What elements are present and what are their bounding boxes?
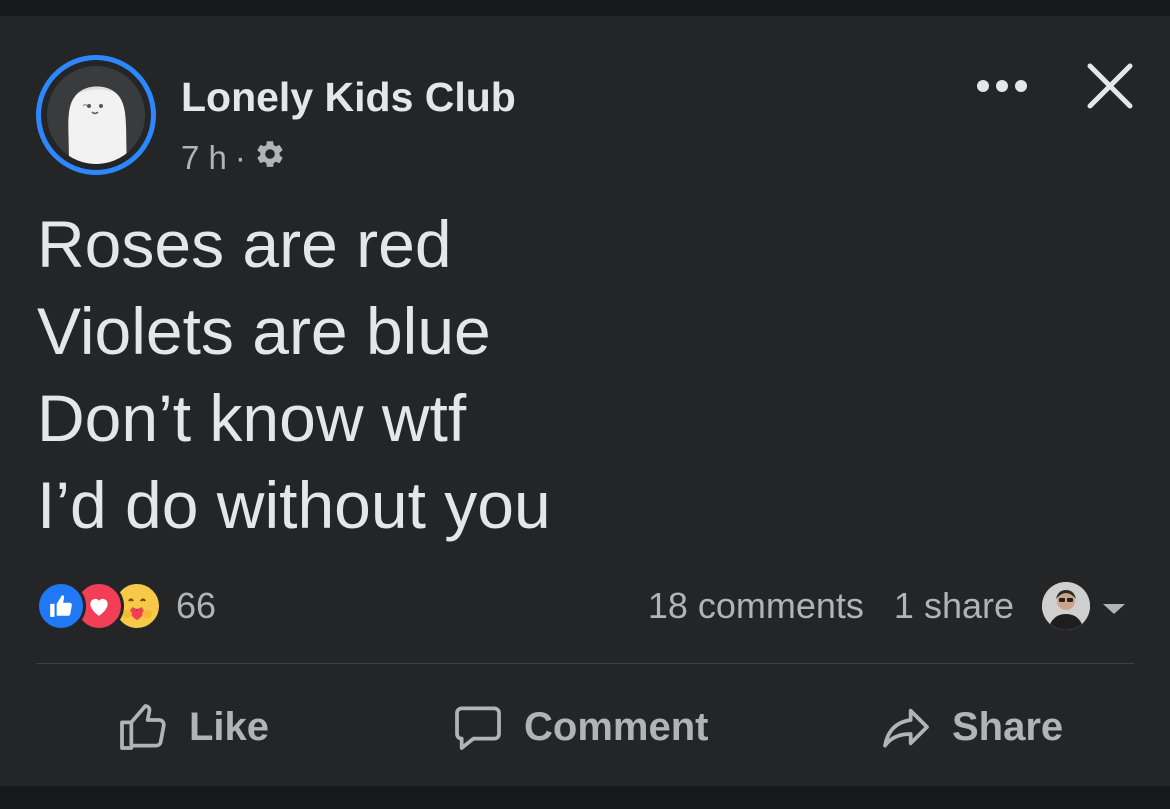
- comment-button[interactable]: Comment: [450, 695, 708, 759]
- audience-caret-icon[interactable]: [1100, 585, 1128, 627]
- viewer-avatar[interactable]: [1042, 582, 1090, 630]
- reaction-summary[interactable]: 66: [36, 581, 217, 631]
- comments-count[interactable]: 18 comments: [648, 585, 864, 627]
- shares-count[interactable]: 1 share: [894, 585, 1014, 627]
- post-body: Roses are red Violets are blue Don’t kno…: [37, 201, 551, 549]
- divider: [36, 663, 1134, 664]
- comment-label: Comment: [524, 704, 709, 749]
- like-button[interactable]: Like: [115, 695, 269, 759]
- share-button[interactable]: Share: [878, 695, 1063, 759]
- close-icon[interactable]: [1084, 60, 1136, 112]
- post-line: Roses are red: [37, 207, 452, 281]
- post-line: Don’t know wtf: [37, 381, 467, 455]
- post-line: Violets are blue: [37, 294, 491, 368]
- share-arrow-icon: [883, 708, 929, 748]
- thumbs-up-icon: [120, 704, 166, 750]
- page-name[interactable]: Lonely Kids Club: [181, 74, 516, 121]
- reaction-count: 66: [176, 585, 217, 626]
- post-meta: 7 h ·: [181, 138, 286, 178]
- post-timestamp[interactable]: 7 h: [181, 139, 227, 177]
- more-horizontal-icon[interactable]: [974, 72, 1030, 100]
- like-label: Like: [189, 704, 270, 749]
- share-label: Share: [952, 704, 1064, 749]
- gear-icon: [254, 138, 286, 178]
- like-reaction-icon: [36, 581, 86, 631]
- meta-separator: ·: [234, 139, 246, 176]
- comment-bubble-icon: [455, 706, 501, 750]
- ghost-avatar-image: [47, 66, 145, 164]
- post-line: I’d do without you: [37, 468, 551, 542]
- engagement-stats: 18 comments 1 share: [648, 580, 1128, 632]
- page-avatar[interactable]: [36, 55, 156, 175]
